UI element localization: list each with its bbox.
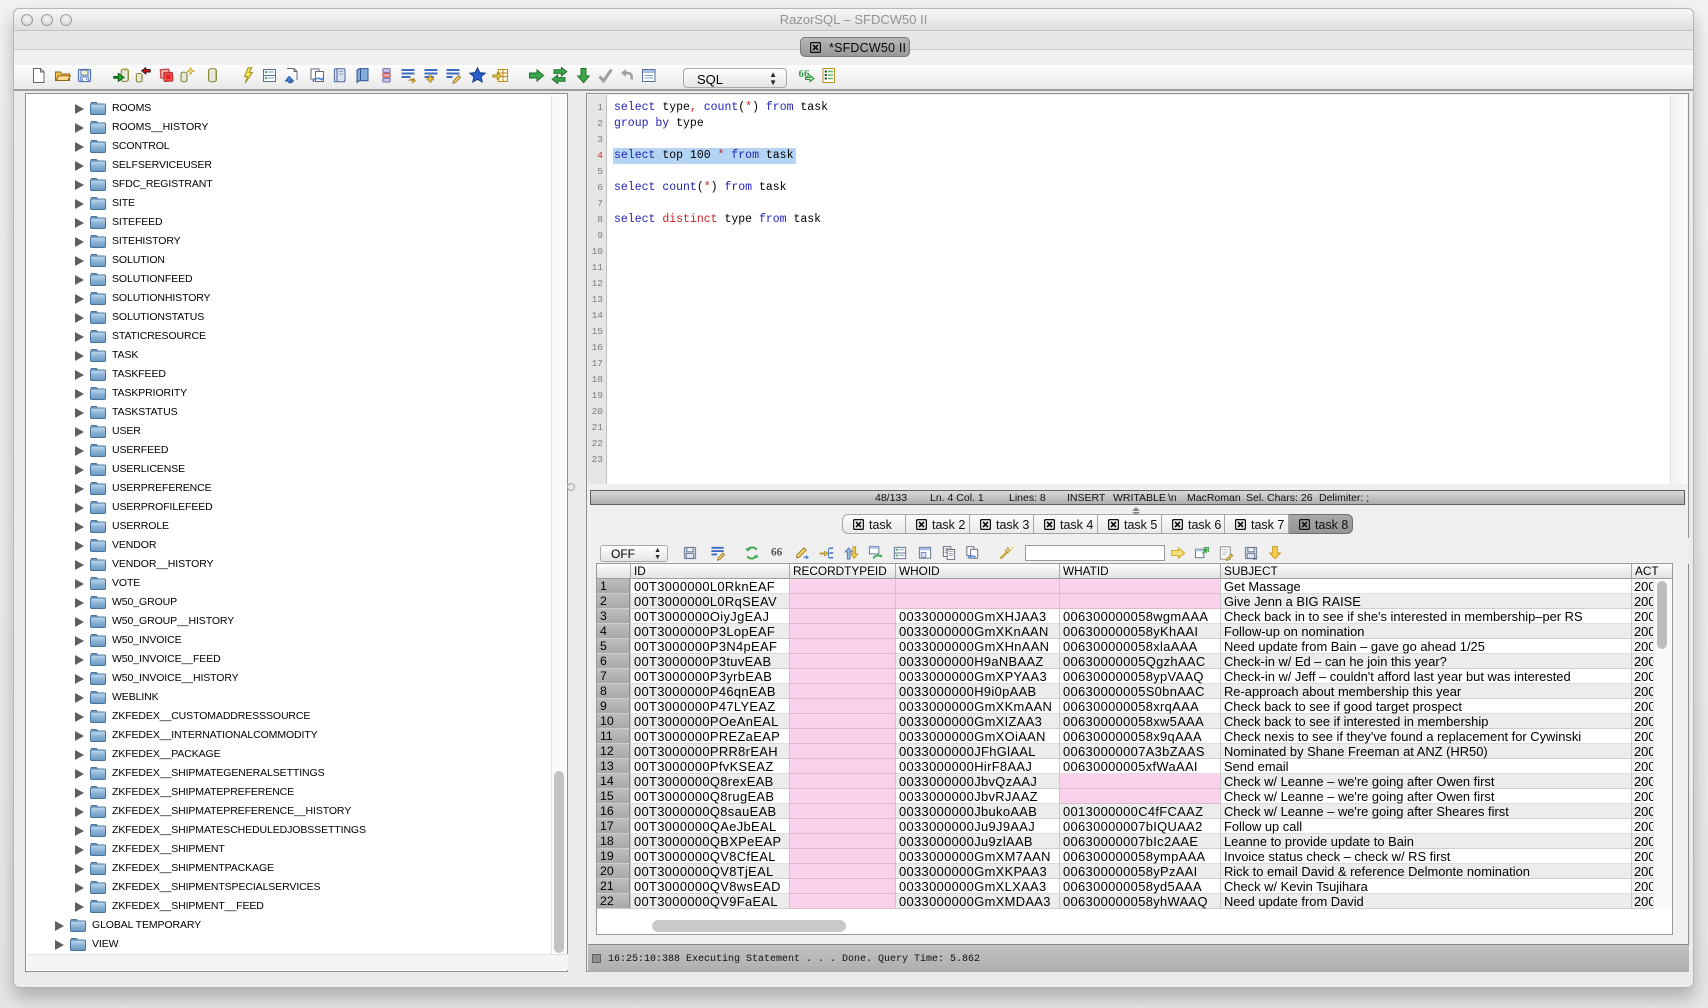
svg-text:66: 66 xyxy=(771,546,783,558)
